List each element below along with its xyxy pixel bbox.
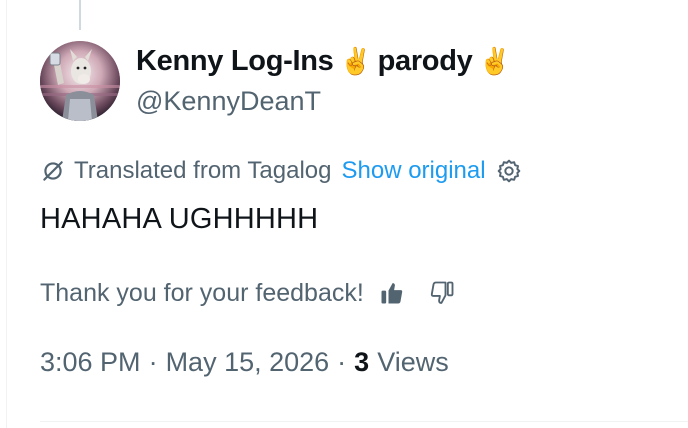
thread-connector-line [79, 0, 81, 30]
translated-from-label: Translated from Tagalog [74, 157, 332, 184]
user-handle[interactable]: @KennyDeanT [136, 86, 511, 117]
peace-emoji-icon: ✌️ [478, 46, 511, 76]
translation-feedback: Thank you for your feedback! [40, 275, 456, 311]
left-border [6, 0, 7, 428]
tweet-date[interactable]: May 15, 2026 [166, 347, 330, 378]
separator-dot: · [337, 347, 347, 377]
feedback-message: Thank you for your feedback! [40, 278, 364, 307]
translate-slash-icon [40, 158, 66, 184]
author-names: Kenny Log-Ins ✌️ parody ✌️ @KennyDeanT [136, 42, 511, 117]
gear-icon[interactable] [496, 158, 522, 184]
translation-notice: Translated from Tagalog Show original [40, 154, 522, 188]
tweet-metadata: 3:06 PM · May 15, 2026 · 3 Views [40, 347, 449, 378]
display-name-suffix: parody [377, 44, 473, 77]
thumbs-up-icon[interactable] [378, 279, 406, 307]
display-name[interactable]: Kenny Log-Ins ✌️ parody ✌️ [136, 42, 511, 80]
tweet-time[interactable]: 3:06 PM [40, 347, 141, 378]
views-count: 3 [354, 347, 370, 377]
display-name-text: Kenny Log-Ins [136, 44, 334, 77]
tweet-text: HAHAHA UGHHHHH [40, 203, 319, 235]
divider [40, 421, 688, 422]
show-original-link[interactable]: Show original [341, 157, 485, 185]
separator-dot: · [148, 347, 158, 377]
views-label: Views [377, 347, 449, 377]
thumbs-down-icon[interactable] [428, 279, 456, 307]
avatar[interactable] [40, 41, 120, 121]
peace-emoji-icon: ✌️ [339, 46, 372, 76]
